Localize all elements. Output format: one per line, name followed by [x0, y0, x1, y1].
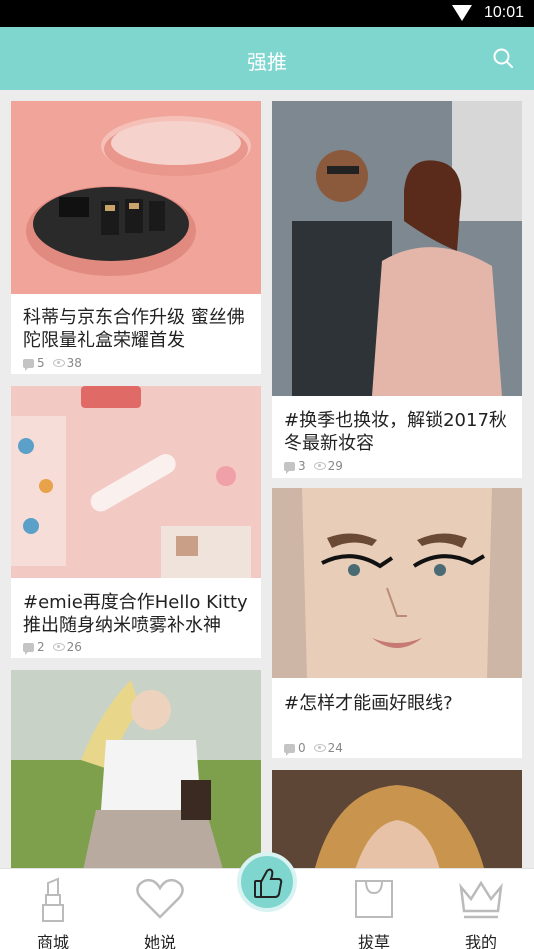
- comment-icon: [284, 743, 295, 756]
- feed: 科蒂与京东合作升级 蜜丝佛陀限量礼盒荣耀首发 5 38 #换季也换妆，解锁201…: [0, 90, 534, 868]
- eye-icon: [52, 643, 65, 651]
- tab-she-says[interactable]: 她说: [107, 869, 213, 949]
- app-bar: 强推: [0, 27, 534, 90]
- card-title: #怎样才能画好眼线?: [284, 693, 453, 714]
- comment-count: 2: [37, 640, 45, 654]
- shopping-bag-icon: [355, 880, 393, 918]
- thumbs-up-icon: [254, 868, 283, 898]
- status-bar: 10:01: [0, 0, 534, 27]
- tab-mall[interactable]: 商城: [0, 869, 106, 949]
- card-image: [272, 101, 522, 396]
- search-icon[interactable]: [492, 47, 514, 69]
- tab-label: 商城: [36, 933, 69, 949]
- card-title: #换季也换妆，解锁2017秋冬最新妆容: [284, 410, 507, 454]
- card-image: [11, 386, 261, 578]
- card-meta: 3 29: [284, 459, 343, 474]
- card-image: [11, 101, 261, 294]
- comment-count: 5: [37, 356, 45, 370]
- card-title: 科蒂与京东合作升级 蜜丝佛陀限量礼盒荣耀首发: [23, 307, 245, 351]
- card-image: [272, 770, 522, 868]
- crown-icon: [459, 880, 503, 919]
- eye-icon: [313, 462, 326, 470]
- feed-card[interactable]: #emie再度合作Hello Kitty推出随身纳米喷雾补水神 2 26: [11, 386, 261, 658]
- feed-card[interactable]: [272, 770, 522, 868]
- lipstick-icon: [42, 877, 64, 922]
- page-title: 强推: [247, 50, 287, 74]
- tab-label: 她说: [143, 933, 176, 949]
- card-image: [11, 670, 261, 868]
- tab-label: 我的: [464, 933, 497, 949]
- view-count: 29: [327, 459, 343, 473]
- feed-card[interactable]: 科蒂与京东合作升级 蜜丝佛陀限量礼盒荣耀首发 5 38: [11, 101, 261, 374]
- comment-count: 0: [298, 741, 306, 755]
- card-image: [272, 488, 522, 678]
- comment-count: 3: [298, 459, 306, 473]
- heart-icon: [136, 878, 184, 919]
- eye-icon: [313, 744, 326, 752]
- feed-card[interactable]: #怎样才能画好眼线? 0 24: [272, 488, 522, 758]
- card-meta: 0 24: [284, 741, 343, 756]
- card-meta: 2 26: [23, 640, 82, 655]
- status-time: 10:01: [483, 4, 524, 21]
- comment-icon: [284, 461, 295, 474]
- view-count: 38: [66, 356, 82, 370]
- comment-icon: [23, 358, 34, 371]
- view-count: 24: [327, 741, 343, 755]
- feed-card[interactable]: [11, 670, 261, 868]
- eye-icon: [52, 359, 65, 367]
- comment-icon: [23, 642, 34, 655]
- tab-mine[interactable]: 我的: [428, 869, 534, 949]
- view-count: 26: [66, 640, 82, 654]
- wifi-icon: [452, 5, 472, 21]
- tab-unplant[interactable]: 拔草: [321, 869, 427, 949]
- card-meta: 5 38: [23, 356, 82, 371]
- feed-card[interactable]: #换季也换妆，解锁2017秋冬最新妆容 3 29: [272, 101, 522, 478]
- tab-label: 拔草: [357, 933, 390, 949]
- recommend-fab[interactable]: [237, 852, 297, 912]
- card-title: #emie再度合作Hello Kitty推出随身纳米喷雾补水神: [23, 592, 248, 636]
